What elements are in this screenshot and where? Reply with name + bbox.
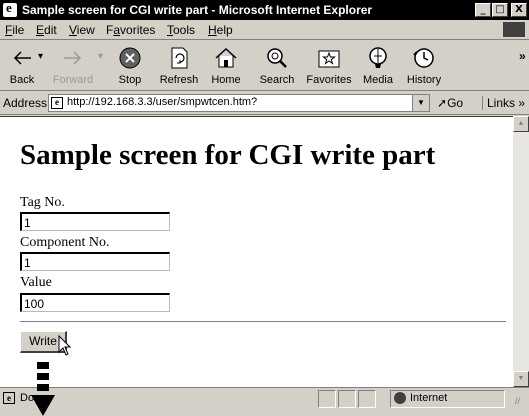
- status-bar: e Done Internet //: [0, 387, 529, 416]
- status-page-icon: e: [3, 392, 15, 404]
- stop-button[interactable]: Stop: [106, 43, 154, 89]
- go-arrow-icon: ➚: [437, 96, 448, 110]
- internet-globe-icon: [394, 392, 406, 404]
- scroll-down-icon[interactable]: ▼: [513, 371, 529, 387]
- divider: [20, 321, 506, 323]
- back-button[interactable]: Back: [2, 43, 42, 89]
- favorites-button[interactable]: Favorites: [303, 43, 355, 89]
- close-button[interactable]: X: [511, 3, 527, 17]
- status-cell: [358, 390, 376, 408]
- menu-view[interactable]: View: [69, 23, 95, 37]
- address-label: Address: [3, 96, 48, 110]
- toolbar-overflow-icon[interactable]: »: [519, 49, 526, 63]
- window-title: Sample screen for CGI write part - Micro…: [22, 3, 373, 17]
- address-field[interactable]: e http://192.168.3.3/user/smpwtcen.htm? …: [48, 94, 430, 112]
- page-heading: Sample screen for CGI write part: [20, 139, 436, 171]
- address-bar: Address e http://192.168.3.3/user/smpwtc…: [0, 92, 529, 115]
- page-icon: e: [51, 97, 63, 109]
- home-icon: [215, 47, 237, 68]
- refresh-icon: [171, 47, 188, 69]
- windows-logo-icon: [503, 22, 525, 37]
- tag-no-label: Tag No.: [20, 195, 65, 210]
- refresh-button[interactable]: Refresh: [155, 43, 203, 89]
- component-no-label: Component No.: [20, 235, 110, 250]
- search-icon: [267, 48, 287, 68]
- down-arrow-icon: [31, 362, 55, 416]
- home-button[interactable]: Home: [204, 43, 248, 89]
- menu-edit[interactable]: Edit: [36, 23, 57, 37]
- zone-label: Internet: [410, 392, 448, 404]
- back-dropdown-icon[interactable]: ▾: [38, 51, 43, 62]
- links-button[interactable]: Links »: [482, 96, 525, 110]
- media-button[interactable]: Media: [358, 43, 398, 89]
- component-no-input[interactable]: 1: [20, 252, 170, 271]
- tag-no-input[interactable]: 1: [20, 212, 170, 231]
- search-button[interactable]: Search: [254, 43, 300, 89]
- menu-tools[interactable]: Tools: [167, 23, 195, 37]
- scroll-up-icon[interactable]: ▲: [513, 116, 529, 132]
- menu-help[interactable]: Help: [208, 23, 233, 37]
- stop-icon: [119, 47, 141, 69]
- status-cell: [318, 390, 336, 408]
- media-icon: [369, 47, 387, 68]
- menu-bar: File Edit View Favorites Tools Help: [0, 20, 529, 40]
- maximize-button[interactable]: □: [492, 3, 508, 17]
- history-clock-icon: [413, 48, 434, 68]
- resize-grip-icon[interactable]: //: [515, 396, 520, 406]
- value-input[interactable]: 100: [20, 293, 170, 312]
- vertical-scrollbar[interactable]: ▲ ▼: [513, 116, 529, 387]
- back-arrow-icon: [13, 51, 31, 65]
- value-label: Value: [20, 275, 52, 290]
- go-button[interactable]: ➚Go: [437, 96, 463, 110]
- forward-arrow-icon: [64, 51, 82, 65]
- menu-file[interactable]: File: [5, 23, 24, 37]
- history-button[interactable]: History: [402, 43, 446, 89]
- menu-favorites[interactable]: Favorites: [106, 23, 155, 37]
- status-cell: [338, 390, 356, 408]
- page-content: Sample screen for CGI write part Tag No.…: [0, 116, 513, 387]
- minimize-button[interactable]: _: [475, 3, 491, 17]
- toolbar: Back ▾ Forward ▾ Stop Refresh Home Searc…: [0, 41, 529, 91]
- forward-dropdown-icon[interactable]: ▾: [98, 51, 103, 62]
- mouse-cursor-icon: [58, 335, 72, 356]
- address-url[interactable]: http://192.168.3.3/user/smpwtcen.htm?: [67, 96, 257, 108]
- browser-window: Sample screen for CGI write part - Micro…: [0, 0, 529, 416]
- zone-cell: [390, 390, 505, 408]
- ie-logo-icon: [3, 0, 17, 17]
- address-dropdown-icon[interactable]: ▼: [412, 95, 429, 111]
- title-bar: Sample screen for CGI write part - Micro…: [0, 0, 529, 20]
- favorites-star-icon: [318, 50, 340, 68]
- forward-button[interactable]: Forward: [48, 43, 98, 89]
